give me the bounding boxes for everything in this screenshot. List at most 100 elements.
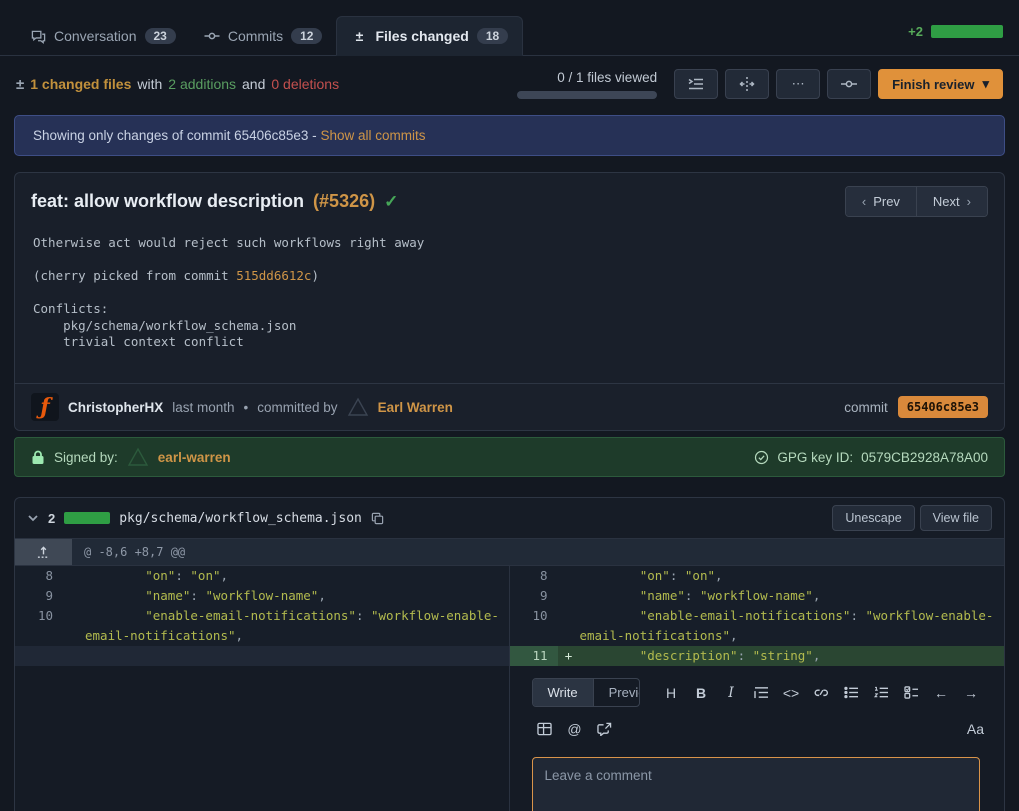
line-number[interactable]: 10: [15, 606, 63, 646]
code-token: "name": [640, 588, 685, 603]
diff-line-row: 9 "name": "workflow-name",: [510, 586, 1005, 606]
author-name-link[interactable]: ChristopherHX: [68, 400, 163, 415]
next-commit-button[interactable]: Next ›: [916, 187, 987, 216]
code-token: [580, 568, 640, 583]
table-button[interactable]: [532, 716, 558, 742]
commit-message-text: trivial context conflict: [33, 334, 244, 349]
bold-button[interactable]: B: [688, 680, 714, 706]
expand-diff-button[interactable]: [15, 539, 72, 565]
link-button[interactable]: [808, 680, 834, 706]
banner-text: Showing only changes of commit 65406c85e…: [33, 128, 317, 143]
collapse-file-icon[interactable]: [27, 512, 39, 524]
text-size-button[interactable]: Aa: [967, 721, 984, 737]
diff-line-row: 9 "name": "workflow-name",: [15, 586, 509, 606]
copy-path-icon[interactable]: [371, 512, 384, 525]
code-token: "on": [145, 568, 175, 583]
commit-title-text: feat: allow workflow description: [31, 191, 304, 212]
prev-commit-button[interactable]: ‹ Prev: [846, 187, 916, 216]
ci-success-check-icon: ✓: [384, 192, 398, 212]
commit-message-text: Conflicts:: [33, 301, 108, 316]
signer-avatar[interactable]: [127, 446, 149, 468]
summary-text: and: [242, 76, 265, 92]
diff-right-column: 8 "on": "on",9 "name": "workflow-name",1…: [510, 566, 1005, 811]
unordered-list-button[interactable]: [838, 680, 864, 706]
caret-down-icon: ▾: [982, 76, 989, 92]
summary-text: with: [137, 76, 162, 92]
tab-files-changed-label: Files changed: [375, 28, 468, 44]
unescape-button[interactable]: Unescape: [832, 505, 914, 531]
diff-line-row: [15, 646, 509, 666]
issue-ref-link[interactable]: (#5326): [313, 191, 375, 212]
commit-select-button[interactable]: [827, 69, 871, 99]
finish-review-button[interactable]: Finish review ▾: [878, 69, 1003, 99]
code-token: "enable-email-notifications": [145, 608, 356, 623]
file-tree-toggle-button[interactable]: [674, 69, 718, 99]
committer-name-link[interactable]: Earl Warren: [378, 400, 453, 415]
commit-message-line: trivial context conflict: [33, 334, 986, 351]
signed-by-label: Signed by:: [54, 450, 118, 465]
diff-left-filler: [15, 666, 509, 811]
task-list-button[interactable]: [898, 680, 924, 706]
commit-hash-badge[interactable]: 65406c85e3: [898, 396, 988, 418]
tab-conversation[interactable]: Conversation 23: [16, 17, 190, 55]
line-sign: +: [558, 646, 580, 666]
line-number[interactable]: 10: [510, 606, 558, 646]
italic-button[interactable]: I: [718, 680, 744, 706]
committer-avatar[interactable]: [347, 396, 369, 418]
line-number[interactable]: 9: [510, 586, 558, 606]
line-sign: [558, 566, 580, 586]
hunk-header-row: @ -8,6 +8,7 @@: [15, 538, 1004, 566]
code-token: ,: [813, 588, 821, 603]
tab-commits[interactable]: Commits 12: [190, 17, 337, 55]
code-line: "name": "workflow-name",: [580, 586, 1005, 606]
line-number[interactable]: 8: [15, 566, 63, 586]
line-sign: [63, 586, 85, 606]
signer-name-link[interactable]: earl-warren: [158, 450, 231, 465]
hunk-header-text: @ -8,6 +8,7 @@: [72, 539, 197, 565]
line-sign: [558, 586, 580, 606]
tab-files-changed[interactable]: ± Files changed 18: [336, 16, 523, 56]
diff-line-row: 10 "enable-email-notifications": "workfl…: [15, 606, 509, 646]
reference-button[interactable]: [592, 716, 618, 742]
write-preview-tabs: Write Preview: [532, 678, 641, 707]
ellipsis-icon: ⋯: [792, 76, 805, 92]
diff-file-card: 2 pkg/schema/workflow_schema.json Unesca…: [14, 497, 1005, 811]
line-sign: [63, 646, 85, 666]
chevron-left-icon: ‹: [862, 194, 866, 209]
line-number[interactable]: 8: [510, 566, 558, 586]
code-token: "workflow-name": [205, 588, 318, 603]
file-path-link[interactable]: pkg/schema/workflow_schema.json: [119, 511, 362, 526]
code-line: "description": "string",: [580, 646, 1005, 666]
redo-button[interactable]: →: [958, 680, 984, 706]
comment-textarea[interactable]: [532, 757, 980, 811]
diff-icon: ±: [351, 28, 367, 44]
undo-button[interactable]: ←: [928, 680, 954, 706]
code-token: ,: [221, 568, 229, 583]
code-token: [85, 568, 145, 583]
preview-tab[interactable]: Preview: [594, 679, 640, 706]
code-token: :: [738, 648, 753, 663]
view-file-button[interactable]: View file: [920, 505, 992, 531]
code-token: ,: [730, 628, 738, 643]
show-all-commits-link[interactable]: Show all commits: [320, 128, 425, 143]
code-button[interactable]: <>: [778, 680, 804, 706]
heading-button[interactable]: H: [658, 680, 684, 706]
commit-hash-link[interactable]: 515dd6612c: [236, 268, 311, 283]
whitespace-split-button[interactable]: [725, 69, 769, 99]
author-avatar[interactable]: ƒ: [31, 393, 59, 421]
commit-card: feat: allow workflow description (#5326)…: [14, 172, 1005, 431]
diffstat-added: +2: [908, 24, 923, 39]
code-token: [580, 648, 640, 663]
line-number[interactable]: 9: [15, 586, 63, 606]
commit-message-body: Otherwise act would reject such workflow…: [15, 227, 1004, 383]
commit-message-text: pkg/schema/workflow_schema.json: [33, 318, 296, 333]
file-diffstat-bar: [64, 512, 110, 524]
line-number[interactable]: 11: [510, 646, 558, 666]
mention-button[interactable]: @: [562, 716, 588, 742]
commit-title: feat: allow workflow description (#5326)…: [31, 191, 398, 212]
commit-message-line: Otherwise act would reject such workflow…: [33, 235, 986, 252]
ordered-list-button[interactable]: [868, 680, 894, 706]
quote-button[interactable]: [748, 680, 774, 706]
write-tab[interactable]: Write: [533, 679, 594, 706]
diff-options-button[interactable]: ⋯: [776, 69, 820, 99]
